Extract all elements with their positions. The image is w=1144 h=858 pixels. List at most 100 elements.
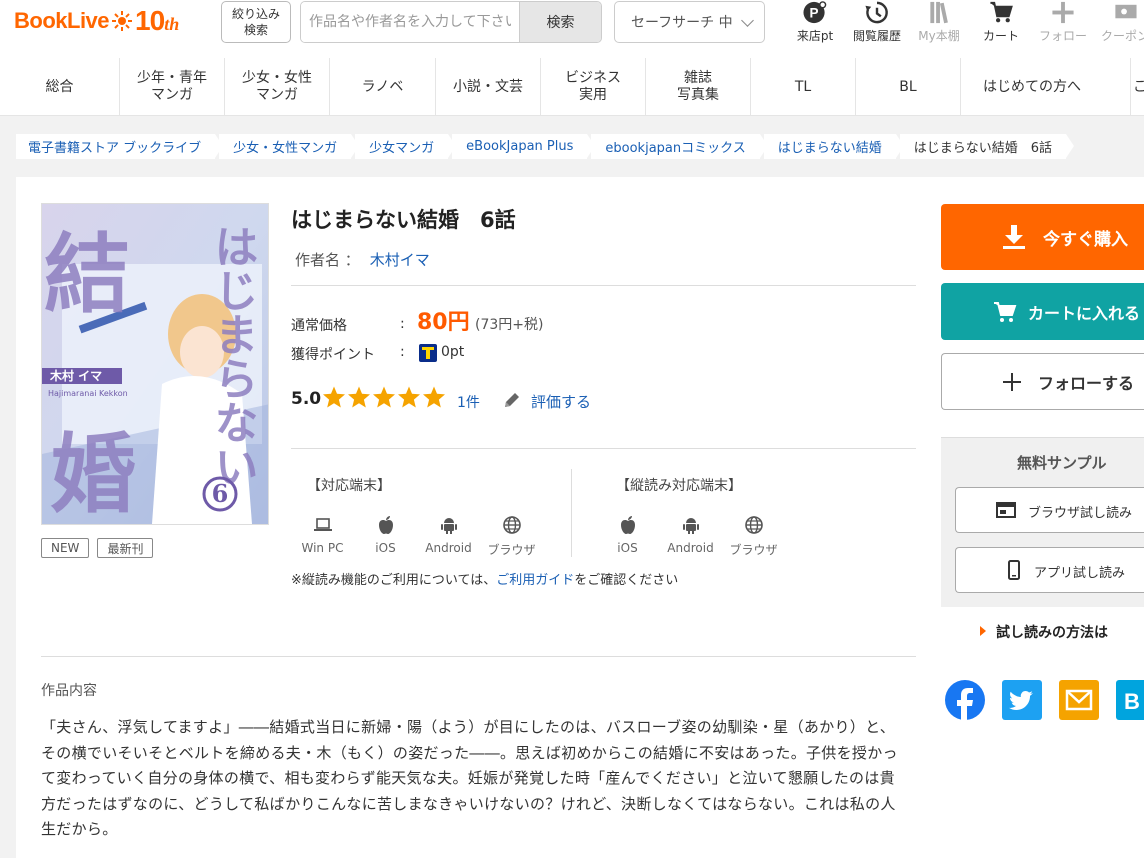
breadcrumb-item[interactable]: eBookJapan Plus bbox=[452, 134, 596, 159]
booklive-logo[interactable]: BookLive 10 th bbox=[14, 5, 179, 36]
sun-icon bbox=[112, 11, 133, 31]
bookshelf-icon bbox=[930, 1, 948, 24]
header-coupon[interactable]: クーポン bbox=[1094, 0, 1144, 44]
breadcrumb-current: はじまらない結婚 6話 bbox=[899, 134, 1075, 159]
how-to-sample-link[interactable]: 試し読みの方法は bbox=[980, 622, 1108, 642]
breadcrumb-item[interactable]: ebookjapanコミックス bbox=[591, 134, 769, 159]
device-winpc: Win PC bbox=[291, 515, 354, 558]
category-nav: 総合 少年・青年 マンガ 少女・女性 マンガ ラノベ 小説・文芸 ビジネス 実用 雑誌… bbox=[0, 58, 1144, 116]
mail-icon[interactable] bbox=[1059, 680, 1099, 720]
cat-ranobe[interactable]: ラノベ bbox=[330, 58, 436, 116]
twitter-icon[interactable] bbox=[1002, 680, 1042, 720]
devices-list: Win PC iOS Android ブラウザ bbox=[291, 515, 543, 558]
header-bookshelf[interactable]: My本棚 bbox=[908, 0, 970, 44]
add-to-cart-button[interactable]: カートに入れる bbox=[941, 283, 1144, 340]
breadcrumb-item[interactable]: 少女・女性マンガ bbox=[219, 134, 360, 159]
star-icon bbox=[398, 386, 420, 408]
svg-text:結: 結 bbox=[44, 224, 130, 325]
search-box: 検索 bbox=[300, 1, 602, 43]
cat-shonen[interactable]: 少年・青年 マンガ bbox=[120, 58, 225, 116]
star-icon bbox=[348, 386, 370, 408]
price-label: 通常価格 bbox=[291, 318, 347, 334]
svg-text:はじまらない: はじまらない bbox=[207, 224, 258, 488]
device-android: Android bbox=[417, 515, 480, 558]
cart-icon bbox=[990, 1, 1013, 23]
devices-heading: 【対応端末】 bbox=[307, 478, 391, 494]
cat-tl[interactable]: TL bbox=[751, 58, 856, 116]
vertical-devices-list: iOS Android ブラウザ bbox=[596, 515, 785, 558]
history-icon bbox=[865, 1, 888, 24]
search-input[interactable] bbox=[301, 2, 519, 42]
hatena-bookmark-icon[interactable]: B bbox=[1116, 680, 1144, 720]
description-text: 「夫さん、浮気してますよ」――結婚式当日に新婦・陽（よう）が目にしたのは、バスロ… bbox=[41, 718, 898, 838]
share-buttons: B bbox=[945, 680, 1144, 720]
breadcrumb-item[interactable]: はじまらない結婚 bbox=[763, 134, 904, 159]
facebook-icon[interactable] bbox=[945, 680, 985, 720]
globe-icon bbox=[744, 516, 763, 534]
device-browser: ブラウザ bbox=[480, 515, 543, 558]
free-sample-title: 無料サンプル bbox=[1017, 454, 1107, 472]
cat-shojo[interactable]: 少女・女性 マンガ bbox=[225, 58, 330, 116]
apple-icon bbox=[620, 516, 635, 534]
browser-sample-button[interactable]: ブラウザ試し読み bbox=[955, 487, 1144, 533]
point-value: 0pt bbox=[441, 344, 465, 360]
globe-icon bbox=[502, 516, 521, 534]
header-history[interactable]: 閲覧履歴 bbox=[846, 0, 908, 44]
divider bbox=[291, 285, 916, 286]
user-guide-link[interactable]: ご利用ガイド bbox=[496, 573, 574, 588]
safe-search-select[interactable]: セーフサーチ 中 bbox=[614, 1, 765, 43]
cat-magazine[interactable]: 雑誌 写真集 bbox=[646, 58, 751, 116]
rating-count[interactable]: 1件 bbox=[457, 392, 480, 412]
svg-text:6: 6 bbox=[212, 479, 229, 508]
browser-window-icon bbox=[996, 502, 1016, 518]
follow-icon bbox=[1052, 1, 1074, 24]
breadcrumb-item[interactable]: 電子書籍ストア ブックライブ bbox=[16, 134, 224, 159]
description-heading: 作品内容 bbox=[41, 683, 97, 699]
star-icon bbox=[323, 386, 345, 408]
divider bbox=[291, 448, 916, 449]
latest-badge: 最新刊 bbox=[97, 538, 154, 558]
app-sample-button[interactable]: アプリ試し読み bbox=[955, 547, 1144, 593]
author-row: 作者名 ：木村イマ bbox=[295, 251, 430, 269]
vertical-devices-heading: 【縦読み対応端末】 bbox=[616, 478, 742, 494]
search-button[interactable]: 検索 bbox=[519, 2, 601, 42]
rating-score: 5.0 bbox=[291, 389, 322, 409]
svg-text:婚: 婚 bbox=[50, 424, 136, 525]
divider bbox=[41, 656, 916, 657]
cat-more[interactable]: こ bbox=[1131, 58, 1144, 116]
site-header: BookLive 10 th 絞り込み 検索 検索 セーフサーチ 中 P bbox=[0, 0, 1144, 58]
vertical-reading-note: ※縦読み機能のご利用については、ご利用ガイドをご確認ください bbox=[291, 573, 679, 588]
buy-now-button[interactable]: 今すぐ購入 bbox=[941, 204, 1144, 270]
plus-icon bbox=[1003, 373, 1021, 391]
book-tags: NEW 最新刊 bbox=[41, 538, 154, 558]
download-icon bbox=[1003, 225, 1025, 249]
book-cover[interactable]: 結 婚 はじまらない 木村 イマ Hajimaranai Kekkon 6 bbox=[41, 203, 269, 525]
header-points[interactable]: P 来店pt bbox=[784, 0, 846, 44]
svg-text:P: P bbox=[810, 5, 819, 20]
first-time-link[interactable]: はじめての方へ bbox=[961, 58, 1131, 116]
svg-text:B: B bbox=[1124, 689, 1140, 714]
coupon-icon bbox=[1115, 4, 1137, 19]
filter-search-button[interactable]: 絞り込み 検索 bbox=[221, 1, 291, 43]
product-panel: 結 婚 はじまらない 木村 イマ Hajimaranai Kekkon 6 NE… bbox=[16, 177, 1144, 858]
new-badge: NEW bbox=[41, 538, 90, 558]
pencil-icon bbox=[505, 393, 519, 407]
cat-general[interactable]: 総合 bbox=[0, 58, 120, 116]
point-label: 獲得ポイント bbox=[291, 347, 375, 363]
laptop-icon bbox=[313, 518, 332, 531]
rating-stars bbox=[322, 385, 446, 409]
header-icons: P 来店pt 閲覧履歴 My本棚 カート フォロー クーポン bbox=[784, 0, 1144, 44]
follow-button[interactable]: フォローする bbox=[941, 353, 1144, 410]
book-cover-art: 結 婚 はじまらない 木村 イマ Hajimaranai Kekkon 6 bbox=[42, 204, 268, 525]
cat-novel[interactable]: 小説・文芸 bbox=[436, 58, 541, 116]
write-review-link[interactable]: 評価する bbox=[531, 391, 591, 412]
cat-bl[interactable]: BL bbox=[856, 58, 961, 116]
author-link[interactable]: 木村イマ bbox=[370, 251, 430, 269]
header-cart[interactable]: カート bbox=[970, 0, 1032, 44]
header-follow[interactable]: フォロー bbox=[1032, 0, 1094, 44]
device-divider bbox=[571, 469, 572, 557]
vertical-device-ios: iOS bbox=[596, 515, 659, 558]
breadcrumb-item[interactable]: 少女マンガ bbox=[355, 134, 457, 159]
star-icon bbox=[373, 386, 395, 408]
cat-business[interactable]: ビジネス 実用 bbox=[541, 58, 646, 116]
